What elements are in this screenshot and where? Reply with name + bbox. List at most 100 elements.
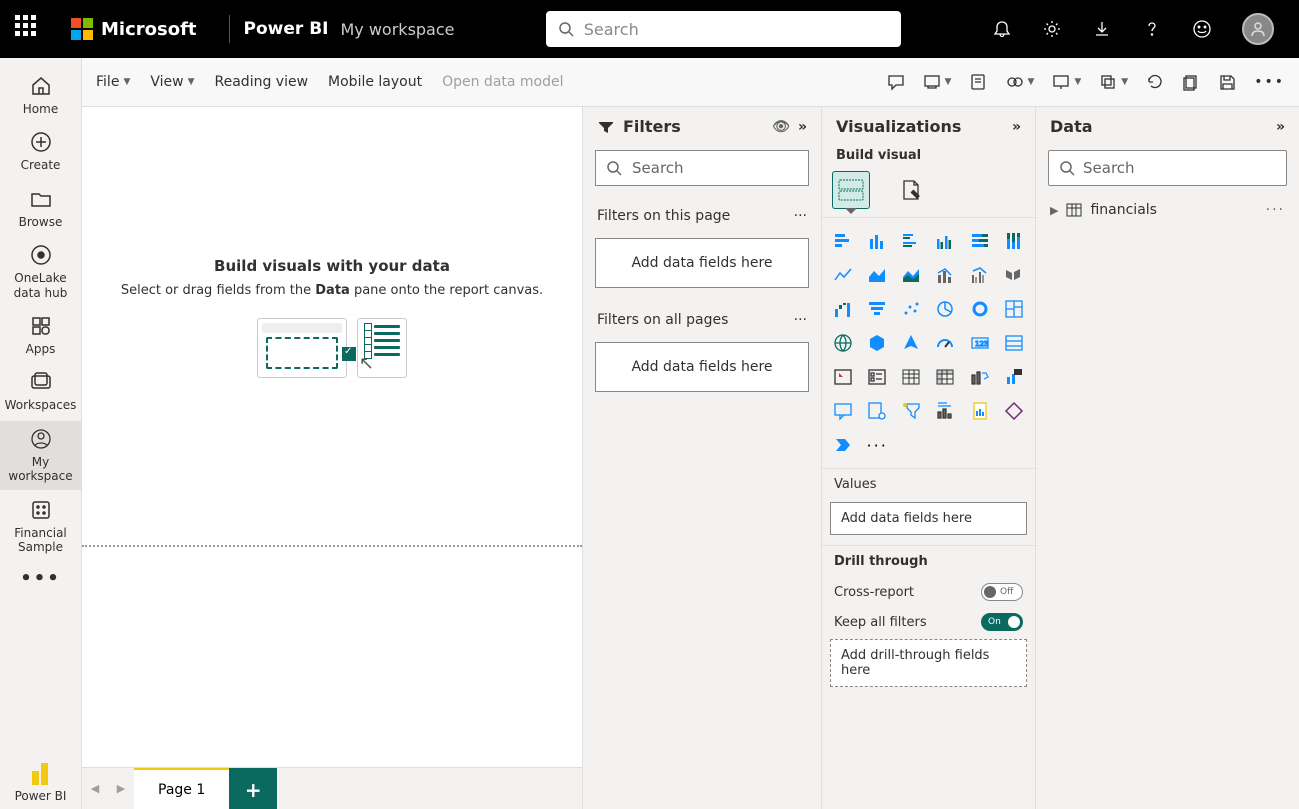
smart-narrative-icon[interactable] [930,396,960,426]
view-icon[interactable]: ▼ [1005,73,1034,91]
save-icon[interactable] [1218,73,1236,91]
waterfall-icon[interactable] [828,294,858,324]
account-avatar[interactable] [1242,13,1274,45]
mobile-layout-button[interactable]: Mobile layout [328,74,422,90]
area-chart-icon[interactable] [862,260,892,290]
nav-workspaces[interactable]: Workspaces [0,364,81,418]
clustered-column-icon[interactable] [930,226,960,256]
line-column-icon[interactable] [930,260,960,290]
refresh-icon[interactable] [1146,73,1164,91]
ribbon-chart-icon[interactable] [999,260,1029,290]
key-influencer-icon[interactable] [862,396,892,426]
filters-page-dropzone[interactable]: Add data fields here [595,238,809,288]
settings-icon[interactable] [1042,19,1062,39]
qa-icon[interactable] [828,396,858,426]
values-dropzone[interactable]: Add data fields here [830,502,1027,535]
ms-square-icon [71,18,93,40]
copy-icon[interactable]: ▼ [1099,73,1128,91]
py-visual-icon[interactable] [999,362,1029,392]
gauge-icon[interactable] [930,328,960,358]
scatter-icon[interactable] [896,294,926,324]
notifications-icon[interactable] [992,19,1012,39]
nav-financial-sample[interactable]: Financial Sample [0,492,81,561]
multi-row-card-icon[interactable] [999,328,1029,358]
chevron-down-icon: ▼ [123,77,130,87]
add-page-button[interactable]: + [229,768,277,809]
waffle-icon[interactable] [15,15,43,43]
explore-icon[interactable]: ▼ [923,73,952,91]
table-icon[interactable] [896,362,926,392]
nav-create[interactable]: Create [0,124,81,178]
nav-browse[interactable]: Browse [0,181,81,235]
more-icon[interactable]: ··· [1266,202,1285,218]
build-visual-tab[interactable] [832,171,870,209]
nav-my-workspace[interactable]: My workspace [0,421,81,490]
nav-onelake[interactable]: OneLake data hub [0,237,81,306]
drillthrough-dropzone[interactable]: Add drill-through fields here [830,639,1027,687]
filled-map-icon[interactable] [862,328,892,358]
bookmark-icon[interactable] [969,73,987,91]
clustered-bar-icon[interactable] [896,226,926,256]
present-icon[interactable]: ▼ [1052,73,1081,91]
help-icon[interactable] [1142,19,1162,39]
azure-map-icon[interactable] [896,328,926,358]
format-visual-tab[interactable] [892,171,930,209]
filters-search[interactable]: Search [595,150,809,186]
stacked-column-icon[interactable] [862,226,892,256]
tab-prev[interactable]: ◀ [82,768,108,809]
tab-page1[interactable]: Page 1 [134,768,229,809]
donut-icon[interactable] [965,294,995,324]
visibility-icon[interactable]: 👁 [772,119,790,135]
download-icon[interactable] [1092,19,1112,39]
funnel-icon[interactable] [862,294,892,324]
duplicate-icon[interactable] [1182,73,1200,91]
paginated-icon[interactable] [965,396,995,426]
microsoft-logo[interactable]: Microsoft [71,18,197,40]
line-clustered-column-icon[interactable] [965,260,995,290]
kpi-icon[interactable] [828,362,858,392]
filters-all-dropzone[interactable]: Add data fields here [595,342,809,392]
card-icon[interactable]: 123 [965,328,995,358]
collapse-icon[interactable]: » [1276,119,1285,135]
more-visuals-icon[interactable]: ··· [862,430,892,460]
nav-apps[interactable]: Apps [0,308,81,362]
line-chart-icon[interactable] [828,260,858,290]
cross-report-toggle[interactable]: Off [981,583,1023,601]
feedback-icon[interactable] [1192,19,1212,39]
power-apps-icon[interactable] [999,396,1029,426]
collapse-icon[interactable]: » [1012,119,1021,135]
pie-icon[interactable] [930,294,960,324]
reading-view-button[interactable]: Reading view [215,74,309,90]
100-stacked-bar-icon[interactable] [965,226,995,256]
data-table-financials[interactable]: ▶ financials ··· [1036,198,1299,222]
decomposition-icon[interactable] [896,396,926,426]
100-stacked-column-icon[interactable] [999,226,1029,256]
viz-gallery: 123 ··· [822,217,1035,468]
powerbi-icon [30,759,52,785]
nav-powerbi[interactable]: Power BI [0,753,81,809]
more-icon[interactable]: ··· [794,312,807,328]
data-search[interactable]: Search [1048,150,1287,186]
report-canvas[interactable]: Build visuals with your data Select or d… [82,107,582,401]
keep-filters-toggle[interactable]: On [981,613,1023,631]
map-icon[interactable] [828,328,858,358]
more-icon[interactable]: ··· [794,208,807,224]
menu-file[interactable]: File▼ [96,74,130,90]
menu-view[interactable]: View▼ [150,74,194,90]
stacked-area-icon[interactable] [896,260,926,290]
powerbi-brand[interactable]: Power BI [244,19,329,39]
matrix-icon[interactable] [930,362,960,392]
stacked-bar-icon[interactable] [828,226,858,256]
global-search[interactable]: Search [546,11,901,47]
power-automate-icon[interactable] [828,430,858,460]
workspace-name[interactable]: My workspace [340,20,454,39]
more-icon[interactable]: ••• [1254,74,1285,90]
tab-next[interactable]: ▶ [108,768,134,809]
slicer-icon[interactable] [862,362,892,392]
nav-more[interactable]: ••• [0,562,81,596]
r-visual-icon[interactable] [965,362,995,392]
collapse-icon[interactable]: » [798,119,807,135]
treemap-icon[interactable] [999,294,1029,324]
nav-home[interactable]: Home [0,68,81,122]
comment-icon[interactable] [887,73,905,91]
